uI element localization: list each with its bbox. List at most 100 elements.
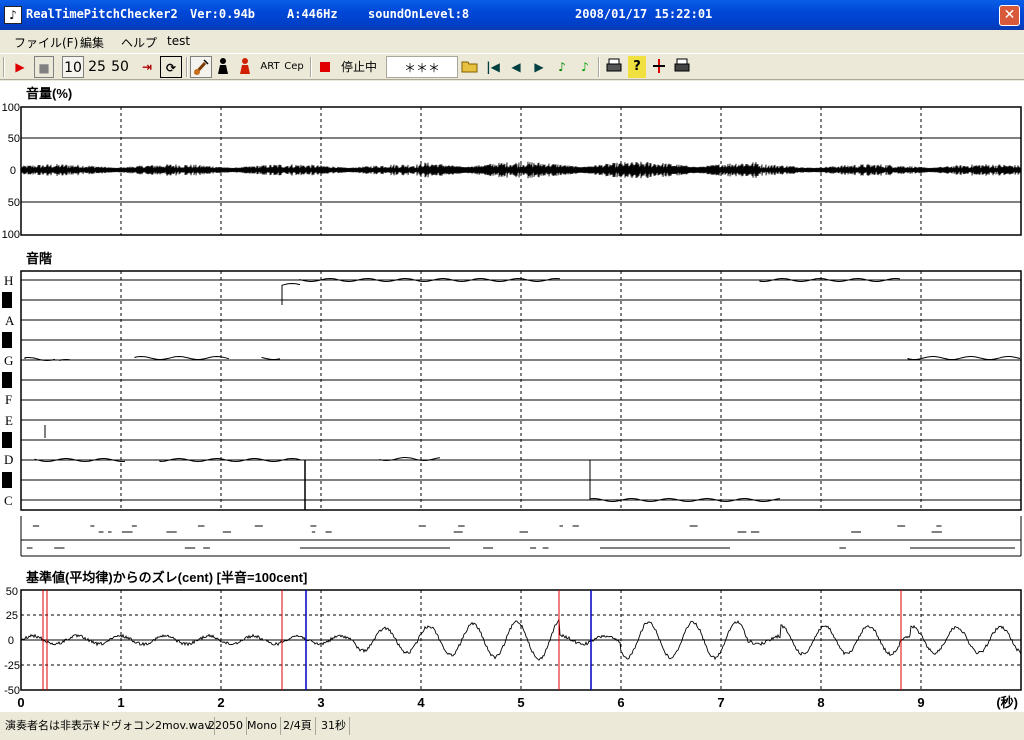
art-button[interactable]: ART: [259, 56, 281, 78]
marker-icon: [653, 59, 665, 73]
volume-tick: 0: [10, 165, 16, 177]
marker-button[interactable]: [650, 56, 668, 78]
app-icon[interactable]: ♪: [4, 6, 22, 24]
stop-button[interactable]: ■: [34, 56, 54, 78]
time-label: 1: [117, 695, 124, 710]
skip-icon-button[interactable]: ⇥: [138, 56, 156, 78]
person-black-icon: [218, 58, 228, 74]
cep-button[interactable]: Cep: [283, 56, 305, 78]
violin-tool-button[interactable]: [190, 56, 212, 78]
toolbar: ▶ ■ 10 25 50 ⇥ ⟳ ART Cep 停止中 ＊＊＊ |◀ ◀ ▶ …: [0, 53, 1024, 80]
scale-panel-title: 音階: [26, 251, 52, 266]
person-red-icon: [240, 58, 250, 74]
next-page-button[interactable]: ▶: [530, 56, 548, 78]
pitch-segment: [907, 356, 1021, 361]
time-label: 0: [17, 695, 24, 710]
help-button[interactable]: ?: [628, 56, 646, 78]
volume-tick: 50: [8, 197, 20, 209]
speed-50-button[interactable]: 50: [109, 56, 131, 78]
note-display: ＊＊＊: [386, 56, 458, 78]
player-red-button[interactable]: [236, 56, 254, 78]
time-unit-label: (秒): [996, 695, 1018, 710]
analysis-canvas: 音量(%) 100 50 0 50 100 音階 H A G F E D C 基…: [0, 81, 1024, 712]
menu-edit[interactable]: 編集: [80, 34, 104, 51]
status-page: 2/4頁: [280, 717, 316, 735]
cent-tick: 50: [6, 586, 18, 598]
status-seconds: 31秒: [318, 717, 350, 735]
player-black-button[interactable]: [214, 56, 232, 78]
record-status-indicator: [318, 56, 332, 78]
loop-button[interactable]: ⟳: [160, 56, 182, 78]
note-green-button[interactable]: ♪: [553, 56, 571, 78]
time-label: 8: [817, 695, 824, 710]
menu-file[interactable]: ファイル(F): [14, 34, 78, 51]
title-bar[interactable]: ♪ RealTimePitchChecker2 Ver:0.94b A:446H…: [0, 0, 1024, 30]
close-icon: ✕: [1003, 7, 1016, 23]
pitch-segment: [261, 356, 281, 360]
note-label-h: H: [4, 273, 13, 288]
red-square-icon: [320, 62, 330, 72]
black-key-mark: [2, 292, 12, 308]
open-folder-button[interactable]: [460, 56, 480, 78]
toolbar-grip: [3, 57, 5, 77]
toolbar-separator: [310, 57, 312, 77]
status-label: 停止中: [340, 60, 377, 74]
status-file-name: 演奏者名は非表示¥ドヴォコン2mov.wav: [2, 717, 215, 735]
print-preview-button[interactable]: [672, 56, 692, 78]
first-page-button[interactable]: |◀: [484, 56, 502, 78]
time-label: 7: [717, 695, 724, 710]
time-label: 2: [217, 695, 224, 710]
prev-page-button[interactable]: ◀: [507, 56, 525, 78]
black-key-mark: [2, 372, 12, 388]
play-button[interactable]: ▶: [10, 56, 30, 78]
menu-test[interactable]: test: [167, 34, 190, 48]
volume-tick: 100: [2, 229, 20, 241]
toolbar-separator: [598, 57, 600, 77]
status-bar: 演奏者名は非表示¥ドヴォコン2mov.wav 22050 Mono 2/4頁 3…: [0, 714, 1024, 740]
a-frequency-label: A:446Hz: [287, 7, 338, 21]
speed-10-button[interactable]: 10: [62, 56, 84, 78]
time-label: 6: [617, 695, 624, 710]
close-button[interactable]: ✕: [999, 5, 1020, 26]
menu-help[interactable]: ヘルプ: [121, 34, 157, 51]
pitch-segment: [134, 355, 230, 360]
volume-waveform: [20, 161, 1022, 179]
app-name: RealTimePitchChecker2: [26, 7, 178, 21]
plot-labels: 音量(%) 100 50 0 50 100 音階 H A G F E D C 基…: [2, 86, 1018, 710]
note-label-f: F: [5, 392, 12, 407]
note-label-a: A: [5, 313, 15, 328]
folder-icon: [461, 61, 478, 73]
analysis-plot: 音量(%) 100 50 0 50 100 音階 H A G F E D C 基…: [2, 86, 1022, 710]
app-window: ♪ RealTimePitchChecker2 Ver:0.94b A:446H…: [0, 0, 1024, 740]
cent-panel-title: 基準値(平均律)からのズレ(cent) [半音=100cent]: [25, 570, 307, 585]
note-label-e: E: [5, 413, 13, 428]
toolbar-separator: [186, 57, 188, 77]
volume-tick: 50: [8, 133, 20, 145]
printer-icon: [606, 58, 622, 72]
time-label: 5: [517, 695, 524, 710]
status-sample-rate: 22050: [205, 717, 247, 735]
cent-tick: 0: [8, 635, 14, 647]
violin-icon: [193, 59, 209, 76]
printer-icon: [674, 58, 690, 72]
speed-25-button[interactable]: 25: [86, 56, 108, 78]
note-label-g: G: [4, 353, 13, 368]
menu-bar: ファイル(F) 編集 ヘルプ test: [0, 30, 1024, 52]
note-label-c: C: [4, 493, 13, 508]
volume-panel-title: 音量(%): [26, 86, 72, 101]
print-button[interactable]: [604, 56, 624, 78]
version-label: Ver:0.94b: [190, 7, 256, 21]
datetime-label: 2008/01/17 15:22:01: [575, 7, 713, 21]
panel-frame: [20, 270, 1022, 511]
status-channels: Mono: [244, 717, 281, 735]
volume-tick: 100: [2, 102, 20, 114]
sound-level-label: soundOnLevel:8: [368, 7, 470, 21]
cent-tick: -25: [4, 660, 20, 672]
note-label-d: D: [4, 452, 13, 467]
time-label: 3: [317, 695, 324, 710]
time-label: 9: [917, 695, 924, 710]
note-light-green-button[interactable]: ♪: [576, 56, 594, 78]
grid-lines: [2, 106, 1022, 691]
black-key-mark: [2, 472, 12, 488]
cent-tick: 25: [6, 610, 18, 622]
